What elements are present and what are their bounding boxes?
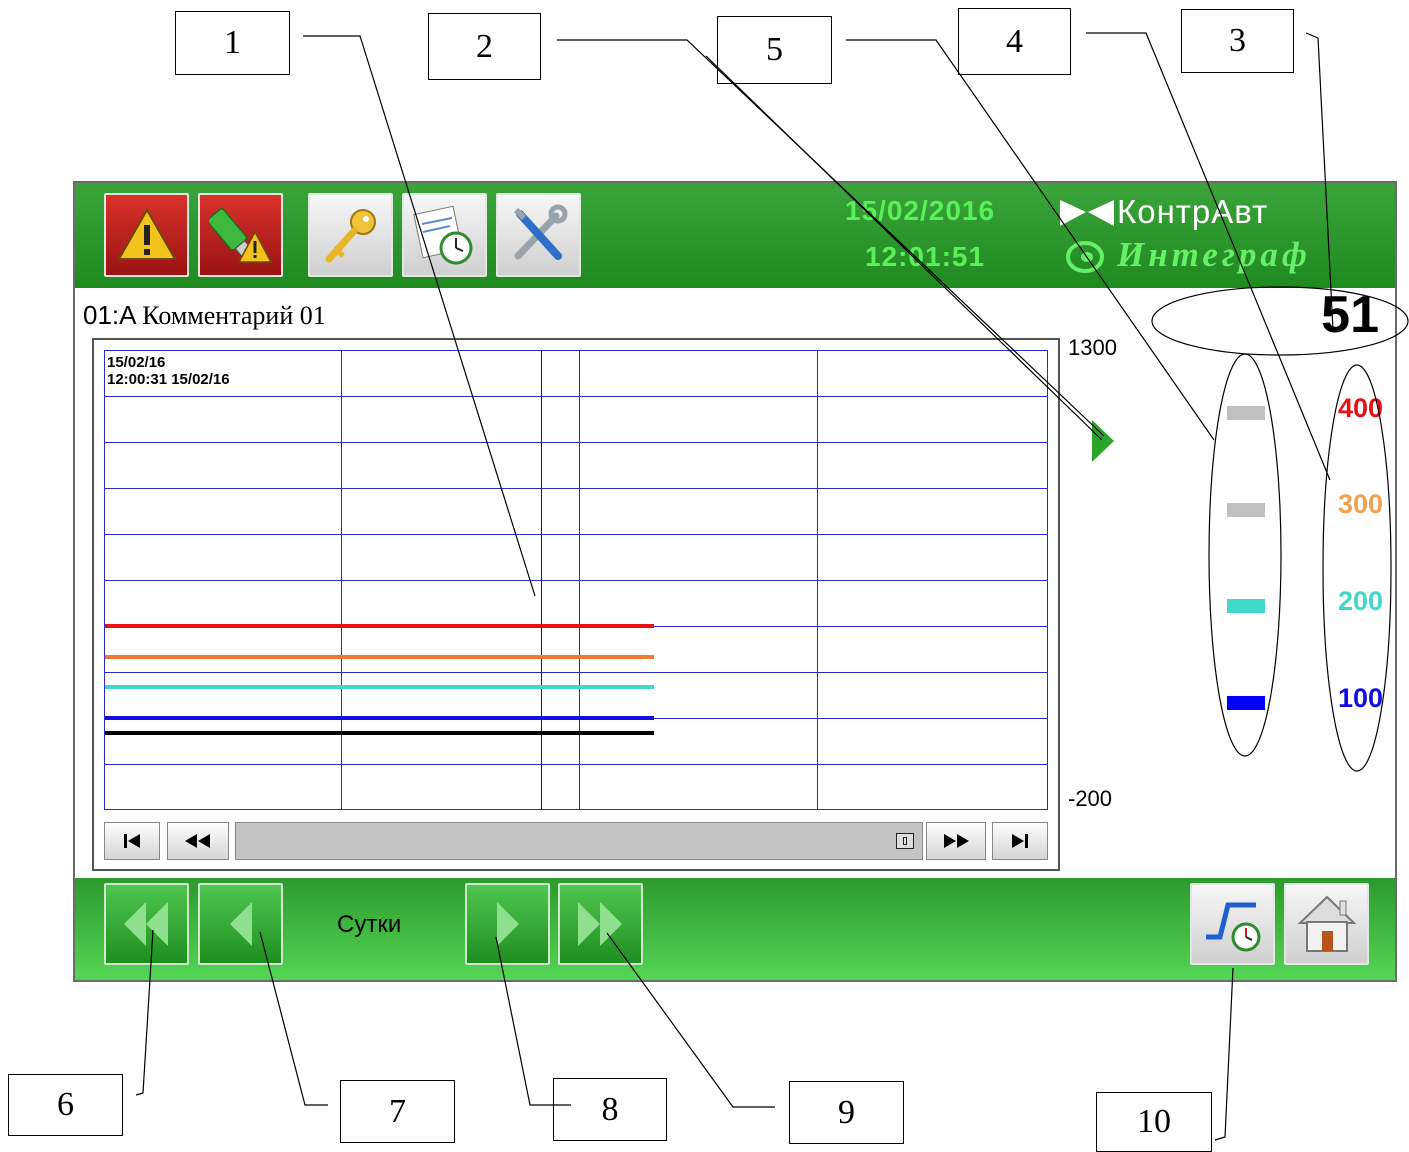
alarm-icon bbox=[116, 207, 177, 260]
usb-alarm-icon bbox=[208, 208, 272, 263]
trend-line-1 bbox=[105, 624, 654, 628]
trend-history-button[interactable] bbox=[1190, 883, 1275, 965]
callout-1: 1 bbox=[175, 11, 290, 75]
setpoint-value-2: 300 bbox=[1337, 489, 1383, 519]
callout-7: 7 bbox=[340, 1080, 455, 1143]
settings-tools-button[interactable] bbox=[496, 193, 581, 277]
skip-start-icon bbox=[124, 834, 140, 848]
cursor-time: 12:00:31 bbox=[107, 371, 168, 388]
setpoint-value-4: 100 bbox=[1337, 683, 1383, 713]
schedule-icon bbox=[412, 205, 472, 265]
trend-line-5 bbox=[105, 731, 654, 735]
callout-2: 2 bbox=[428, 13, 541, 80]
period-fast-forward-button[interactable] bbox=[558, 883, 643, 965]
callout-5: 5 bbox=[717, 16, 832, 84]
setpoint-marker-2 bbox=[1227, 503, 1265, 517]
scroll-to-end-button[interactable] bbox=[992, 822, 1048, 860]
callout-4: 4 bbox=[958, 8, 1071, 75]
tools-icon bbox=[513, 204, 567, 260]
period-forward-button[interactable] bbox=[465, 883, 550, 965]
scale-max-label: 1300 bbox=[1068, 335, 1117, 360]
key-icon bbox=[325, 209, 376, 263]
plot-start-date: 15/02/16 bbox=[107, 354, 166, 371]
setpoint-marker-1 bbox=[1227, 406, 1265, 420]
setpoint-marker-4 bbox=[1227, 696, 1265, 710]
fast-back-icon bbox=[123, 902, 168, 946]
back-icon bbox=[229, 902, 252, 946]
scroll-back-button[interactable] bbox=[167, 822, 229, 860]
period-back-button[interactable] bbox=[198, 883, 283, 965]
kontravt-logo-icon bbox=[1060, 200, 1114, 226]
callout-8: 8 bbox=[553, 1078, 667, 1141]
cursor-timestamp: 12:00:31 15/02/16 bbox=[107, 371, 230, 388]
scroll-to-start-button[interactable] bbox=[104, 822, 160, 860]
setpoint-marker-3 bbox=[1227, 599, 1265, 613]
time-cursor[interactable] bbox=[541, 351, 542, 809]
top-toolbar: 15/02/2016 12:01:51 КонтрАвт Интеграф bbox=[75, 183, 1395, 288]
trend-line-4 bbox=[105, 716, 654, 720]
setpoint-value-3: 200 bbox=[1337, 586, 1383, 616]
trend-plot[interactable]: 15/02/16 12:00:31 15/02/16 bbox=[104, 350, 1048, 810]
cursor-date: 15/02/16 bbox=[171, 371, 230, 388]
alarm-button[interactable] bbox=[104, 193, 189, 277]
usb-alarm-button[interactable] bbox=[198, 193, 283, 277]
login-key-button[interactable] bbox=[308, 193, 393, 277]
integraf-logo-icon bbox=[1066, 241, 1104, 273]
product-name: Интеграф bbox=[1117, 235, 1311, 274]
bottom-toolbar: Сутки bbox=[75, 878, 1395, 980]
channel-comment: Комментарий 01 bbox=[142, 301, 326, 330]
channel-title: 01:A Комментарий 01 bbox=[83, 300, 326, 331]
scroll-thumb[interactable] bbox=[896, 833, 914, 849]
callout-6: 6 bbox=[8, 1074, 123, 1136]
home-icon bbox=[1297, 895, 1356, 952]
trend-line-2 bbox=[105, 655, 654, 659]
callout-3: 3 bbox=[1181, 9, 1294, 73]
home-button[interactable] bbox=[1284, 883, 1369, 965]
current-time: 12:01:51 bbox=[864, 241, 986, 272]
trend-line-3 bbox=[105, 685, 654, 689]
scale-min-label: -200 bbox=[1068, 786, 1113, 811]
skip-end-icon bbox=[1012, 834, 1028, 848]
fast-forward-small-icon bbox=[944, 834, 969, 848]
callout-10: 10 bbox=[1096, 1092, 1212, 1152]
channel-id: 01:A bbox=[83, 300, 136, 330]
current-value: 51 bbox=[1321, 286, 1379, 344]
time-scrollbar[interactable] bbox=[235, 822, 923, 860]
value-pointer-icon bbox=[1092, 420, 1114, 462]
period-fast-back-button[interactable] bbox=[104, 883, 189, 965]
schedule-button[interactable] bbox=[402, 193, 487, 277]
fast-forward-icon bbox=[577, 902, 622, 946]
scroll-forward-button[interactable] bbox=[926, 822, 986, 860]
setpoint-value-1: 400 bbox=[1337, 393, 1383, 423]
forward-icon bbox=[496, 902, 519, 946]
callout-9: 9 bbox=[789, 1081, 904, 1144]
period-label: Сутки bbox=[337, 911, 402, 938]
trend-history-icon bbox=[1205, 902, 1260, 952]
device-screen: 15/02/2016 12:01:51 КонтрАвт Интеграф 01… bbox=[73, 181, 1397, 982]
current-date: 15/02/2016 bbox=[844, 195, 996, 226]
brand-name: КонтрАвт bbox=[1117, 193, 1269, 230]
rewind-icon bbox=[185, 834, 210, 848]
